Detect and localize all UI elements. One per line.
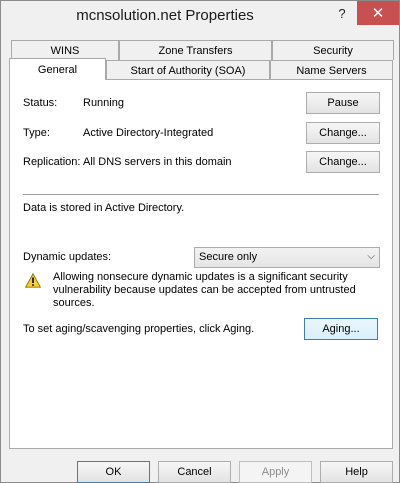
aging-button[interactable]: Aging... (304, 318, 378, 340)
apply-button[interactable]: Apply (239, 461, 312, 483)
tab-general[interactable]: General (9, 58, 106, 80)
storage-note: Data is stored in Active Directory. (23, 202, 185, 214)
help-title-button[interactable]: ? (327, 1, 357, 25)
window-title: mcnsolution.net Properties (76, 7, 254, 24)
tab-zone-transfers[interactable]: Zone Transfers (119, 40, 272, 60)
status-label: Status: (23, 97, 58, 109)
chevron-down-icon: ⌵ (367, 251, 375, 262)
pause-button[interactable]: Pause (306, 92, 380, 114)
replication-value: All DNS servers in this domain (83, 156, 232, 168)
tab-security[interactable]: Security (272, 40, 394, 60)
warning-text: Allowing nonsecure dynamic updates is a … (53, 271, 356, 309)
warning-icon (25, 273, 41, 288)
dynamic-updates-label: Dynamic updates: (23, 251, 112, 263)
replication-change-button[interactable]: Change... (306, 151, 380, 173)
type-change-button[interactable]: Change... (306, 122, 380, 144)
dynamic-updates-dropdown[interactable]: Secure only ⌵ (194, 247, 380, 268)
dynamic-updates-selected: Secure only (199, 251, 258, 263)
tab-start-of-authority[interactable]: Start of Authority (SOA) (106, 60, 270, 80)
help-button[interactable]: Help (320, 461, 393, 483)
status-value: Running (83, 97, 124, 109)
ok-button[interactable]: OK (77, 461, 150, 483)
general-tab-panel: Status: Running Pause Type: Active Direc… (9, 79, 393, 449)
properties-dialog: mcnsolution.net Properties ? ✕ WINS Zone… (0, 0, 400, 483)
tab-wins[interactable]: WINS (11, 40, 119, 60)
replication-label: Replication: (23, 156, 81, 168)
tab-name-servers[interactable]: Name Servers (270, 60, 393, 80)
question-mark-icon: ? (338, 5, 346, 21)
close-icon: ✕ (371, 5, 385, 22)
close-button[interactable]: ✕ (357, 1, 399, 25)
type-label: Type: (23, 127, 50, 139)
aging-description: To set aging/scavenging properties, clic… (23, 323, 255, 335)
cancel-button[interactable]: Cancel (158, 461, 231, 483)
section-divider (23, 194, 379, 195)
title-bar[interactable]: mcnsolution.net Properties ? ✕ (1, 1, 399, 33)
type-value: Active Directory-Integrated (83, 127, 214, 139)
